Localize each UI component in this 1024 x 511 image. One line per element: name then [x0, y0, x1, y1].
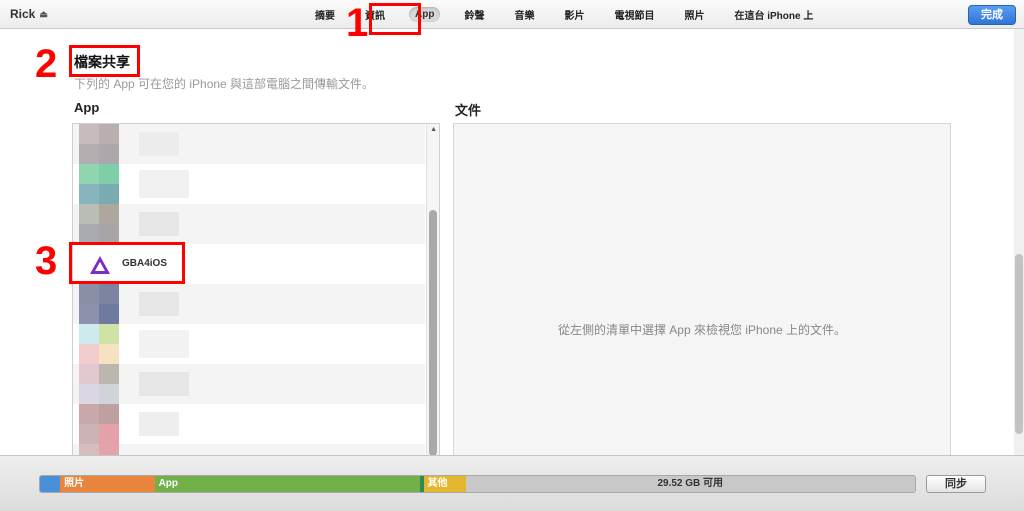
blurred-app-icon — [79, 324, 99, 344]
device-selector[interactable]: Rick ⏏ — [10, 7, 48, 21]
list-item[interactable] — [73, 404, 425, 444]
file-sharing-subtitle: 下列的 App 可在您的 iPhone 與這部電腦之間傳輸文件。 — [74, 77, 375, 91]
app-list-scrollbar[interactable]: ▲ — [426, 124, 439, 456]
list-item[interactable] — [73, 164, 425, 204]
documents-column-header: 文件 — [455, 103, 482, 118]
page-scrollbar[interactable] — [1014, 29, 1024, 455]
scroll-up-arrow-icon[interactable]: ▲ — [430, 126, 437, 133]
blurred-app-icon — [79, 124, 99, 144]
sync-button[interactable]: 同步 — [926, 475, 986, 493]
device-name: Rick — [10, 7, 36, 21]
list-item[interactable] — [73, 204, 425, 244]
bottom-bar: 照片 App 其他 29.52 GB 可用 同步 — [0, 455, 1024, 511]
app-list[interactable]: GBA4iOS ▲ — [72, 123, 440, 457]
annotation-number-1: 1 — [346, 1, 369, 45]
top-bar: Rick ⏏ 摘要 資訊 App 鈴聲 音樂 影片 電視節目 照片 在這台 iP… — [0, 0, 1024, 29]
capacity-bar: 照片 App 其他 29.52 GB 可用 — [39, 475, 916, 493]
annotation-box-1 — [369, 3, 421, 35]
annotation-number-2: 2 — [35, 42, 58, 86]
main-content: 檔案共享 下列的 App 可在您的 iPhone 與這部電腦之間傳輸文件。 Ap… — [0, 3, 1014, 457]
done-button[interactable]: 完成 — [968, 5, 1016, 25]
app-list-scroll-thumb[interactable] — [429, 210, 437, 456]
tab-movies[interactable]: 影片 — [558, 5, 590, 24]
annotation-number-3: 3 — [35, 239, 58, 283]
tab-tv-shows[interactable]: 電視節目 — [608, 5, 660, 24]
capacity-segment-free: 29.52 GB 可用 — [465, 476, 915, 492]
list-item[interactable] — [73, 324, 425, 364]
blurred-app-icon — [79, 164, 99, 184]
annotation-box-3 — [69, 242, 185, 284]
blurred-app-icon — [79, 284, 99, 304]
blurred-app-icon — [79, 404, 99, 424]
capacity-segment-apps: App — [154, 476, 420, 492]
tab-music[interactable]: 音樂 — [508, 5, 540, 24]
apps-column-header: App — [74, 100, 100, 115]
tab-summary[interactable]: 摘要 — [309, 5, 341, 24]
list-item[interactable] — [73, 364, 425, 404]
page-scroll-thumb[interactable] — [1015, 254, 1023, 434]
documents-panel: 從左側的清單中選擇 App 來檢視您 iPhone 上的文件。 — [453, 123, 951, 457]
capacity-segment-audio — [40, 476, 61, 492]
eject-icon[interactable]: ⏏ — [39, 9, 48, 20]
capacity-segment-other: 其他 — [423, 476, 466, 492]
tab-tones[interactable]: 鈴聲 — [458, 5, 490, 24]
blurred-app-icon — [79, 364, 99, 384]
blurred-app-icon — [79, 204, 99, 224]
list-item[interactable] — [73, 284, 425, 324]
tab-on-this-iphone[interactable]: 在這台 iPhone 上 — [728, 5, 819, 24]
documents-empty-message: 從左側的清單中選擇 App 來檢視您 iPhone 上的文件。 — [557, 323, 847, 337]
capacity-segment-photos: 照片 — [60, 476, 155, 492]
annotation-box-2 — [69, 45, 140, 77]
tab-photos[interactable]: 照片 — [678, 5, 710, 24]
list-item[interactable] — [73, 124, 425, 164]
